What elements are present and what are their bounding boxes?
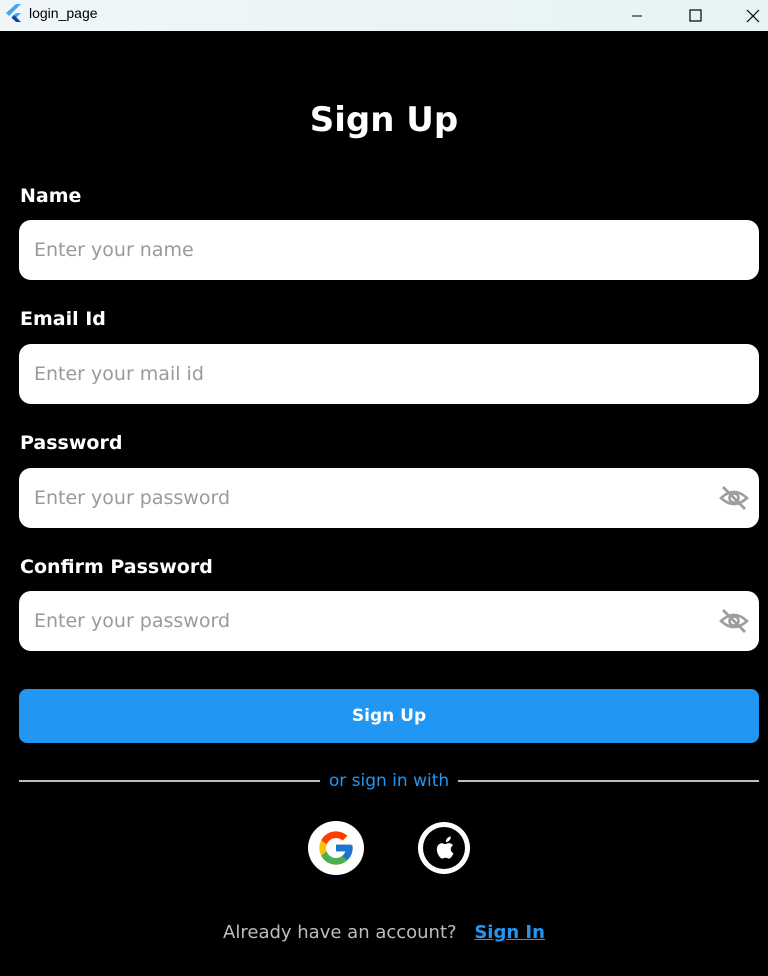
password-field-container (19, 468, 759, 528)
window-title: login_page (29, 5, 98, 21)
divider-text: or sign in with (328, 771, 450, 791)
google-sign-in-button[interactable] (308, 821, 364, 875)
confirm-password-input[interactable] (34, 591, 704, 651)
apple-icon (423, 827, 465, 869)
confirm-password-field-container (19, 591, 759, 651)
password-label: Password (20, 432, 123, 454)
page-title: Sign Up (309, 100, 459, 140)
maximize-icon (688, 9, 702, 22)
apple-sign-in-button[interactable] (418, 822, 470, 874)
name-field-container (19, 220, 759, 280)
close-icon (746, 9, 760, 22)
password-input[interactable] (34, 468, 704, 528)
close-button[interactable] (730, 0, 768, 31)
email-label: Email Id (20, 308, 106, 330)
eye-off-icon[interactable] (719, 483, 749, 513)
minimize-icon (632, 15, 642, 16)
divider-line-right (458, 780, 759, 782)
window-titlebar: login_page (0, 0, 768, 31)
email-field-container (19, 344, 759, 404)
google-icon (319, 831, 353, 865)
eye-off-icon[interactable] (719, 606, 749, 636)
footer: Already have an account? Sign In (0, 922, 768, 943)
name-label: Name (20, 185, 82, 207)
maximize-button[interactable] (672, 0, 718, 31)
sign-in-link[interactable]: Sign In (474, 922, 545, 943)
divider-line-left (19, 780, 320, 782)
confirm-password-label: Confirm Password (20, 556, 213, 578)
flutter-logo-icon (6, 4, 21, 22)
minimize-button[interactable] (614, 0, 660, 31)
sign-up-button[interactable]: Sign Up (19, 689, 759, 743)
email-input[interactable] (34, 344, 704, 404)
footer-text: Already have an account? (223, 922, 457, 943)
name-input[interactable] (34, 220, 704, 280)
